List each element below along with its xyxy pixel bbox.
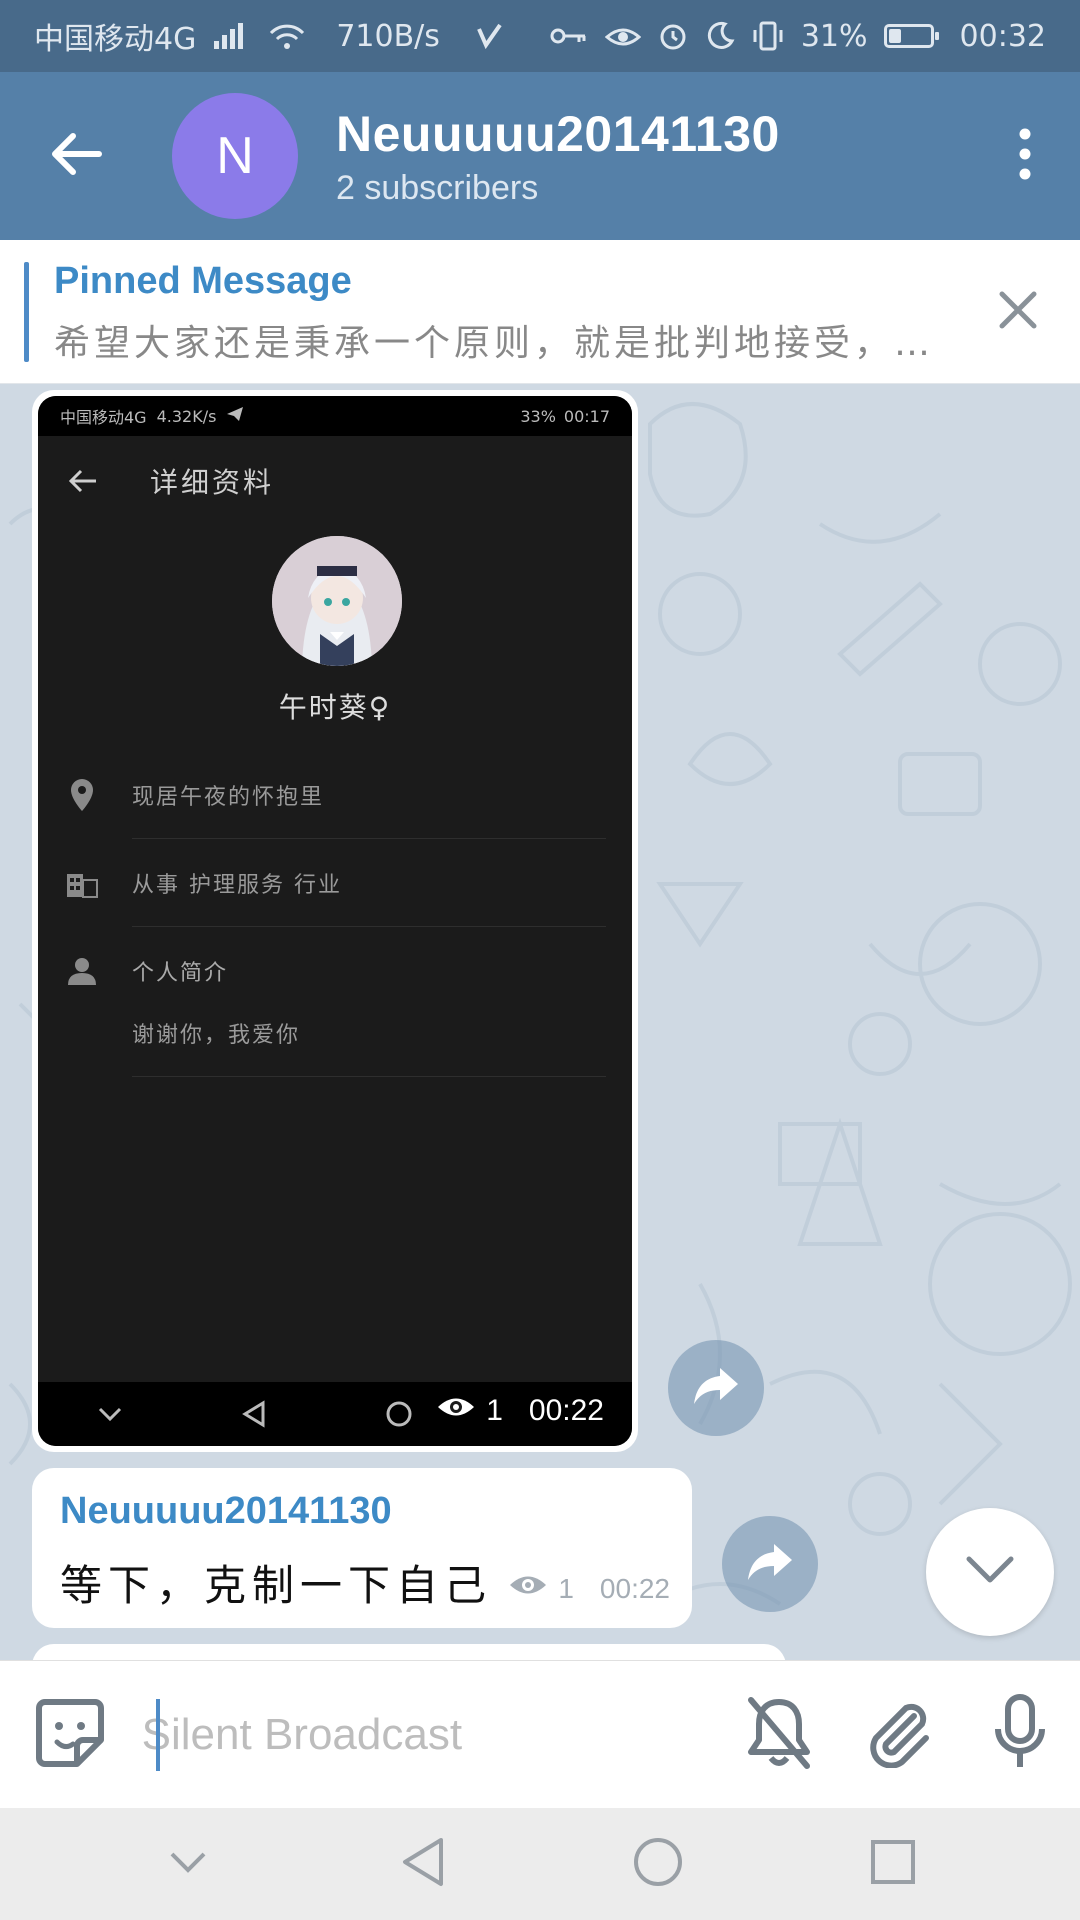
message-meta: 1 00:22	[508, 1572, 670, 1605]
photo-message[interactable]: 中国移动4G 4.32K/s 33% 00:17 详细资料 午时葵♀ 现居午夜的…	[32, 390, 638, 1452]
close-pinned-button[interactable]	[986, 280, 1050, 344]
screenshot-location-row: 现居午夜的怀抱里	[38, 751, 632, 839]
share-photo-button[interactable]	[668, 1340, 764, 1436]
signal-icon	[212, 21, 252, 51]
clock: 00:32	[959, 18, 1046, 54]
battery-percent: 31%	[800, 18, 868, 54]
building-icon	[64, 865, 100, 901]
photo-meta: 1 00:22	[436, 1394, 604, 1428]
scroll-to-bottom-button[interactable]	[926, 1508, 1054, 1636]
screenshot-nav-home-icon	[386, 1401, 412, 1427]
eye-comfort-icon	[604, 21, 641, 51]
screenshot-battery: 33%	[520, 406, 556, 426]
chat-title: Neuuuuu20141130	[336, 105, 780, 162]
paperclip-icon	[864, 1698, 934, 1772]
screenshot-title: 详细资料	[150, 466, 275, 499]
more-vert-icon	[1017, 128, 1033, 184]
avatar-letter: N	[216, 127, 254, 185]
screenshot-location-text: 现居午夜的怀抱里	[132, 785, 325, 810]
nav-back-button[interactable]	[363, 1808, 483, 1920]
silent-broadcast-toggle[interactable]	[719, 1661, 839, 1809]
screenshot-header: 详细资料	[38, 436, 632, 526]
chevron-down-icon	[965, 1555, 1015, 1589]
pinned-indicator	[24, 262, 29, 362]
message-author[interactable]: Neuuuuu20141130	[60, 1490, 392, 1533]
back-button[interactable]	[0, 72, 150, 240]
vibrate-icon	[751, 20, 785, 52]
photo-time: 00:22	[528, 1394, 604, 1427]
chat-subtitle: 2 subscribers	[336, 168, 539, 207]
net-speed: 710B/s	[336, 18, 440, 54]
next-message-partial	[32, 1644, 786, 1660]
message-input-bar	[0, 1660, 1080, 1808]
back-arrow-icon	[47, 130, 103, 182]
screenshot-speed: 4.32K/s	[156, 406, 217, 426]
screenshot-profile-name: 午时葵♀	[278, 691, 392, 724]
screenshot-bio-row: 个人简介 谢谢你，我爱你	[38, 927, 632, 1077]
attach-button[interactable]	[839, 1661, 959, 1809]
screenshot-profile-avatar	[272, 536, 402, 666]
more-options-button[interactable]	[970, 72, 1080, 240]
screenshot-status-bar: 中国移动4G 4.32K/s 33% 00:17	[38, 396, 632, 436]
share-message-button[interactable]	[722, 1516, 818, 1612]
alarm-icon	[657, 20, 689, 52]
status-bar: 中国移动4G 710B/s 31% 00:32	[0, 0, 1080, 72]
carrier-label: 中国移动4G	[34, 22, 197, 57]
square-recents-icon	[869, 1838, 917, 1890]
circle-home-icon	[632, 1836, 684, 1892]
eye-icon	[436, 1394, 476, 1428]
telegram-icon	[226, 406, 244, 426]
person-icon	[64, 953, 100, 989]
message-input[interactable]	[139, 1683, 719, 1786]
wifi-icon	[268, 21, 306, 51]
screenshot-bio-label: 个人简介	[132, 961, 229, 986]
text-cursor	[156, 1699, 160, 1771]
pinned-text: 希望大家还是秉承一个原则，就是批判地接受，…	[54, 323, 935, 364]
battery-icon	[883, 24, 939, 48]
screenshot-bio-text: 谢谢你，我爱你	[132, 1023, 301, 1048]
system-nav-bar	[0, 1808, 1080, 1920]
screenshot-image[interactable]: 中国移动4G 4.32K/s 33% 00:17 详细资料 午时葵♀ 现居午夜的…	[38, 396, 632, 1446]
message-time: 00:22	[599, 1572, 670, 1604]
pinned-title: Pinned Message	[54, 260, 352, 302]
close-icon	[998, 290, 1038, 334]
screenshot-time: 00:17	[563, 406, 610, 426]
chevron-down-icon	[168, 1850, 208, 1878]
screenshot-occupation-row: 从事 护理服务 行业	[38, 839, 632, 927]
share-icon	[746, 1542, 794, 1586]
location-pin-icon	[64, 777, 100, 813]
nav-hide-button[interactable]	[128, 1808, 248, 1920]
chat-area[interactable]: 中国移动4G 4.32K/s 33% 00:17 详细资料 午时葵♀ 现居午夜的…	[0, 384, 1080, 1660]
pinned-message-bar[interactable]: Pinned Message 希望大家还是秉承一个原则，就是批判地接受，…	[0, 240, 1080, 384]
chat-avatar[interactable]: N	[172, 93, 298, 219]
eye-icon	[508, 1572, 548, 1605]
nav-recents-button[interactable]	[833, 1808, 953, 1920]
triangle-back-icon	[399, 1836, 447, 1892]
voice-record-button[interactable]	[960, 1661, 1080, 1809]
nav-home-button[interactable]	[598, 1808, 718, 1920]
screenshot-nav-down-icon	[98, 1407, 122, 1422]
microphone-icon	[992, 1693, 1048, 1777]
screenshot-nav-back-icon	[242, 1400, 265, 1428]
sticker-button[interactable]	[0, 1661, 140, 1809]
bell-off-icon	[745, 1696, 813, 1774]
check-icon	[474, 21, 504, 51]
screenshot-carrier: 中国移动4G	[60, 408, 147, 427]
moon-icon	[705, 21, 735, 51]
chat-title-block[interactable]: Neuuuuu20141130 2 subscribers	[336, 105, 970, 208]
message-text: 等下，克制一下自己	[60, 1561, 493, 1610]
screenshot-occupation-text: 从事 护理服务 行业	[132, 873, 342, 898]
message-views: 1	[558, 1572, 574, 1604]
screenshot-back-icon	[38, 436, 128, 526]
sticker-icon	[35, 1698, 105, 1772]
text-message[interactable]: Neuuuuu20141130 等下，克制一下自己 1 00:22	[32, 1468, 692, 1628]
share-icon	[692, 1366, 740, 1410]
key-icon	[549, 21, 589, 51]
app-bar: N Neuuuuu20141130 2 subscribers	[0, 72, 1080, 240]
photo-views: 1	[486, 1394, 503, 1427]
